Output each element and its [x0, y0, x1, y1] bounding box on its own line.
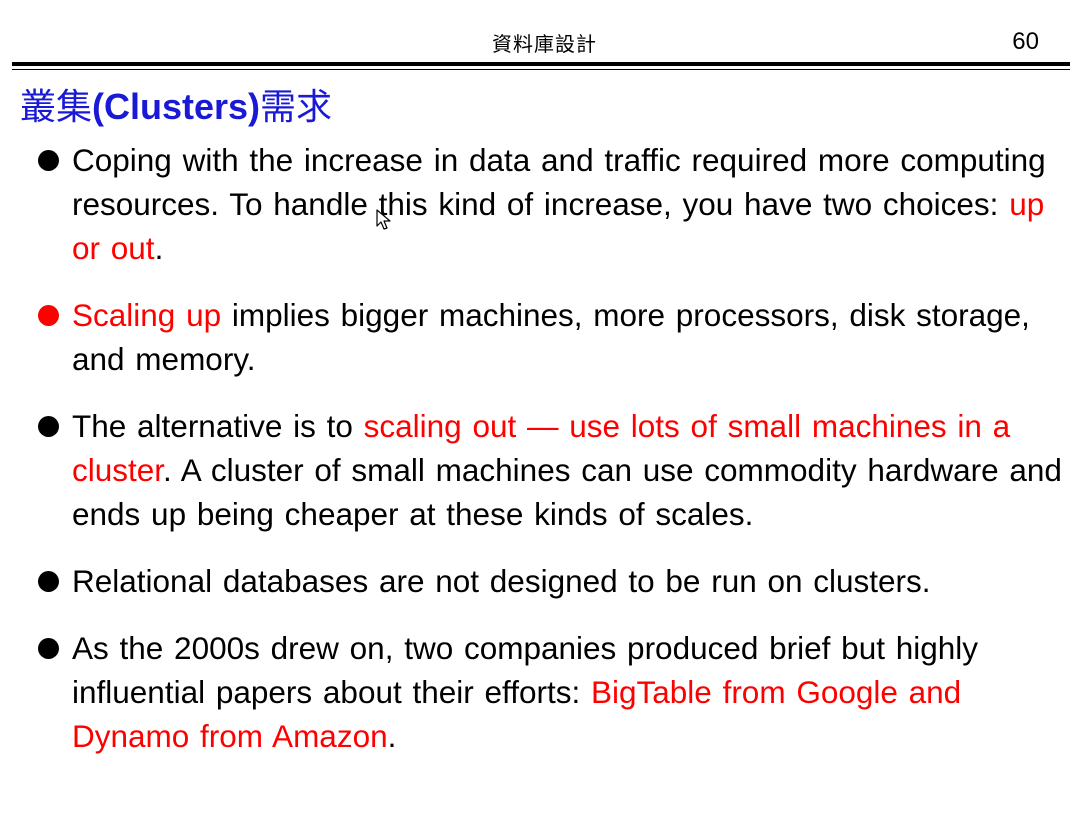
course-title: 資料庫設計 [492, 32, 597, 56]
bullet-3-text-end: . A cluster of small machines can use co… [72, 452, 1062, 532]
bullet-dot-icon [38, 638, 59, 659]
title-suffix: 需求 [260, 87, 333, 128]
bullet-item-1: Coping with the increase in data and tra… [38, 138, 1068, 270]
slide: 資料庫設計 60 叢集(Clusters)需求 Coping with the … [0, 0, 1089, 817]
bullet-dot-red-icon [38, 305, 59, 326]
bullet-5-text-end: . [387, 718, 397, 754]
bullet-1-text: Coping with the increase in data and tra… [72, 142, 1046, 222]
title-middle: (Clusters) [92, 86, 261, 127]
mouse-cursor-icon [376, 209, 391, 230]
page-number: 60 [1012, 28, 1039, 55]
bullet-1-text-end: . [154, 230, 164, 266]
bullet-item-2: Scaling up implies bigger machines, more… [38, 293, 1068, 381]
bullet-dot-icon [38, 571, 59, 592]
bullet-item-4: Relational databases are not designed to… [38, 559, 1068, 603]
header-rule-thin [12, 69, 1070, 70]
bullet-4-text: Relational databases are not designed to… [72, 563, 931, 599]
slide-title: 叢集(Clusters)需求 [20, 78, 332, 130]
bullet-2-highlight: Scaling up [72, 297, 222, 333]
bullet-item-5: As the 2000s drew on, two companies prod… [38, 626, 1068, 758]
bullet-dot-icon [38, 416, 59, 437]
header-rule [12, 62, 1070, 66]
bullet-item-3: The alternative is to scaling out — use … [38, 404, 1068, 536]
bullet-dot-icon [38, 150, 59, 171]
title-prefix: 叢集 [20, 87, 93, 128]
bullet-3-text: The alternative is to [72, 408, 364, 444]
bullet-list: Coping with the increase in data and tra… [38, 138, 1068, 781]
